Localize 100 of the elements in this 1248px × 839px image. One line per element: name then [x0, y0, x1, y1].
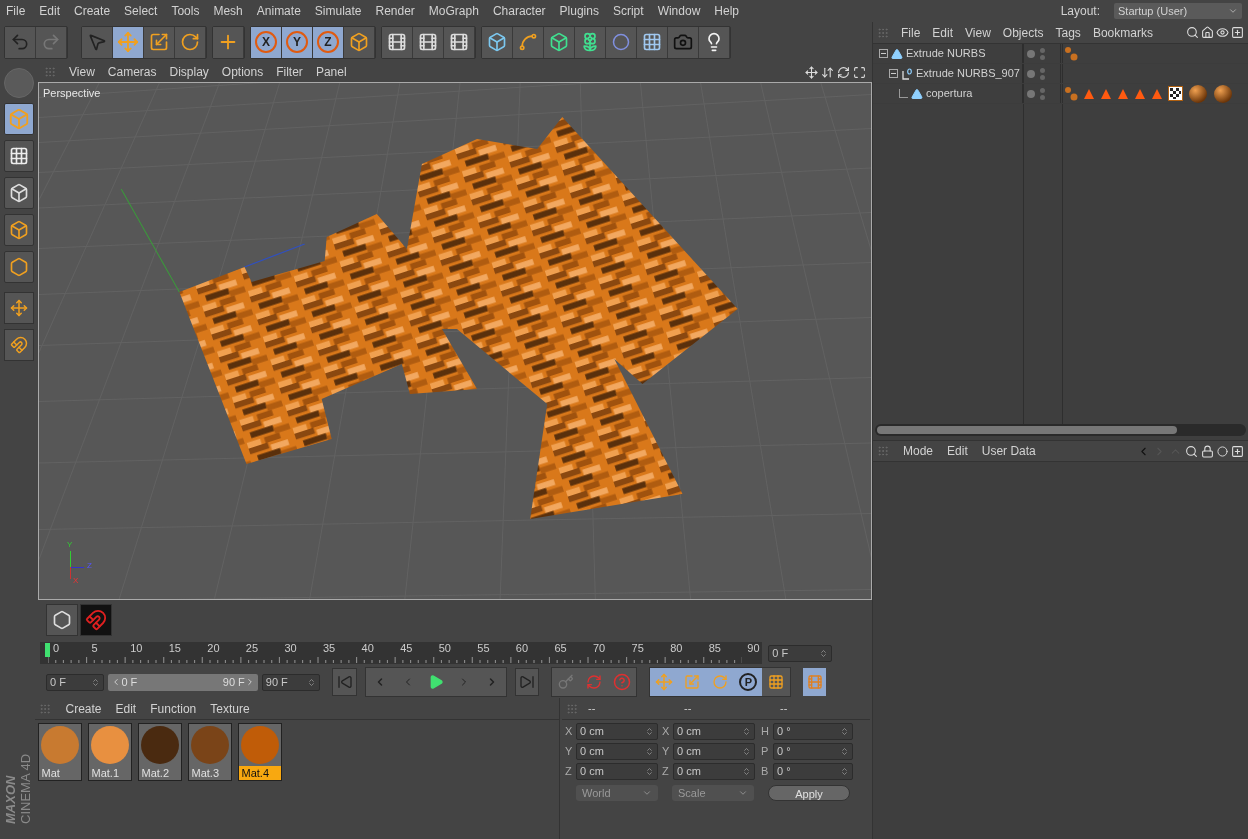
- render-button[interactable]: [444, 26, 475, 58]
- keyframe-help-button[interactable]: [608, 668, 637, 696]
- position-field[interactable]: 0 cm: [576, 763, 658, 780]
- triangle-tag-icon[interactable]: [1151, 87, 1163, 100]
- menu-item[interactable]: Animate: [256, 2, 301, 20]
- undo-button[interactable]: [5, 26, 36, 58]
- viewport-menu-item[interactable]: Display: [169, 63, 209, 81]
- new-panel-icon[interactable]: [1231, 26, 1244, 39]
- eye-icon[interactable]: [1216, 26, 1229, 39]
- rotation-field[interactable]: 0 °: [773, 763, 853, 780]
- material-swatch[interactable]: Mat: [38, 723, 83, 781]
- tool-button[interactable]: [175, 26, 206, 58]
- cube-button[interactable]: [482, 26, 513, 58]
- material-swatch[interactable]: Mat.2: [138, 723, 183, 781]
- material-swatch[interactable]: Mat.3: [188, 723, 233, 781]
- object-menu-item[interactable]: File: [901, 23, 921, 42]
- object-name[interactable]: Extrude NURBS: [906, 45, 986, 62]
- maximize-icon[interactable]: [853, 65, 866, 79]
- position-field[interactable]: 0 cm: [576, 743, 658, 760]
- object-menu-item[interactable]: Tags: [1055, 23, 1081, 42]
- rotation-field[interactable]: 0 °: [773, 723, 853, 740]
- stepper-arrows-icon[interactable]: [645, 767, 654, 776]
- spline-button[interactable]: [513, 26, 544, 58]
- pan-icon[interactable]: [805, 65, 818, 79]
- object-menu-item[interactable]: Objects: [1002, 23, 1044, 42]
- material-swatch[interactable]: Mat.1: [88, 723, 133, 781]
- stepper-arrows-icon[interactable]: [742, 767, 751, 776]
- go-to-start-button[interactable]: [332, 668, 357, 696]
- render-dots-icon[interactable]: [1040, 47, 1045, 60]
- object-name[interactable]: Extrude NURBS_907: [916, 65, 1020, 82]
- key-track-button[interactable]: P: [734, 668, 763, 696]
- material-sphere-icon[interactable]: [1188, 83, 1208, 104]
- triangle-tag-icon[interactable]: [1117, 87, 1129, 100]
- material-menu-item[interactable]: Texture: [210, 699, 250, 718]
- panel-grip-icon[interactable]: [566, 702, 578, 715]
- menu-item[interactable]: Select: [124, 2, 158, 20]
- python-button[interactable]: [46, 604, 78, 636]
- current-frame-field[interactable]: 0 F: [768, 644, 832, 662]
- menu-item[interactable]: Simulate: [314, 2, 362, 20]
- viewport-menu-item[interactable]: View: [69, 63, 95, 81]
- checker-tag-icon[interactable]: [1168, 86, 1183, 101]
- menu-item[interactable]: MoGraph: [428, 2, 479, 20]
- menu-item[interactable]: Script: [612, 2, 644, 20]
- menu-item[interactable]: File: [6, 2, 26, 20]
- go-to-end-button[interactable]: [514, 668, 540, 696]
- tool-button[interactable]: [144, 26, 175, 58]
- menu-item[interactable]: Mesh: [213, 2, 243, 20]
- new-panel-icon[interactable]: [1231, 444, 1244, 458]
- phong-tag-icon[interactable]: [1064, 85, 1078, 102]
- panel-grip-icon[interactable]: [877, 26, 889, 39]
- magnet-button[interactable]: [80, 604, 112, 636]
- render-button[interactable]: [413, 26, 444, 58]
- attribute-menu-item[interactable]: Mode: [903, 442, 934, 460]
- stepper-arrows-icon[interactable]: [91, 677, 101, 687]
- search-icon[interactable]: [1186, 26, 1199, 39]
- frame-range-slider[interactable]: 0 F 90 F: [108, 673, 258, 691]
- position-field[interactable]: 0 cm: [576, 723, 658, 740]
- array-button[interactable]: [575, 26, 606, 58]
- collapse-toggle[interactable]: [889, 69, 898, 78]
- scene-button[interactable]: [637, 26, 668, 58]
- stepper-arrows-icon[interactable]: [840, 747, 849, 756]
- stepper-arrows-icon[interactable]: [840, 727, 849, 736]
- collapse-toggle[interactable]: [879, 49, 888, 58]
- home-icon[interactable]: [1201, 26, 1214, 39]
- render-dots-icon[interactable]: [1040, 87, 1045, 100]
- panel-grip-icon[interactable]: [44, 66, 56, 78]
- size-field[interactable]: 0 cm: [673, 723, 755, 740]
- render-button[interactable]: [382, 26, 413, 58]
- orbit-icon[interactable]: [837, 65, 850, 79]
- tool-button[interactable]: [213, 26, 244, 58]
- stepper-arrows-icon[interactable]: [742, 727, 751, 736]
- menu-item[interactable]: Edit: [39, 2, 61, 20]
- horizontal-scrollbar[interactable]: [875, 424, 1246, 436]
- mode-button[interactable]: [4, 140, 34, 172]
- axis-lock-button[interactable]: X: [251, 26, 282, 58]
- object-menu-item[interactable]: Bookmarks: [1092, 23, 1153, 42]
- stepper-arrows-icon[interactable]: [645, 747, 654, 756]
- render-dots-icon[interactable]: [1040, 67, 1045, 80]
- deformer-button[interactable]: [606, 26, 637, 58]
- attribute-menu-item[interactable]: Edit: [947, 442, 968, 460]
- menu-item[interactable]: Render: [375, 2, 415, 20]
- material-sphere-icon[interactable]: [1213, 83, 1233, 104]
- triangle-tag-icon[interactable]: [1100, 87, 1112, 100]
- search-icon[interactable]: [1185, 444, 1198, 458]
- phong-tag-icon[interactable]: [1064, 45, 1078, 62]
- triangle-tag-icon[interactable]: [1083, 87, 1095, 100]
- material-menu-item[interactable]: Create: [65, 699, 102, 718]
- material-menu-item[interactable]: Function: [150, 699, 197, 718]
- axis-lock-button[interactable]: Z: [313, 26, 344, 58]
- mode-button[interactable]: [4, 251, 34, 283]
- stepper-arrows-icon[interactable]: [307, 677, 317, 687]
- axis-mode-button[interactable]: [4, 292, 34, 324]
- attribute-menu-item[interactable]: User Data: [981, 442, 1036, 460]
- size-field[interactable]: 0 cm: [673, 763, 755, 780]
- mode-button[interactable]: [4, 214, 34, 246]
- stepper-arrows-icon[interactable]: [819, 648, 828, 658]
- menu-item[interactable]: Window: [657, 2, 701, 20]
- object-menu-item[interactable]: Edit: [932, 23, 954, 42]
- triangle-tag-icon[interactable]: [1134, 87, 1146, 100]
- menu-item[interactable]: Tools: [171, 2, 200, 20]
